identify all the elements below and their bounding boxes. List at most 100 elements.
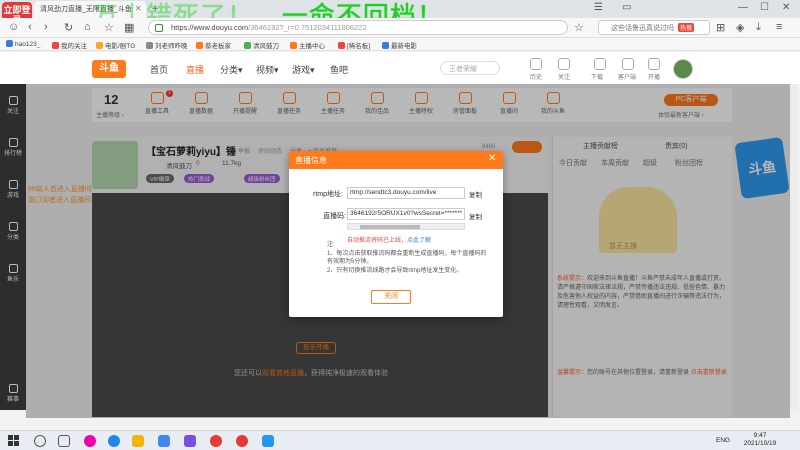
url-input[interactable]: https://www.douyu.com/3646192?_r=0.75120…: [148, 20, 568, 35]
refresh-icon[interactable]: ↻: [64, 21, 73, 34]
bookmark-icon: [290, 42, 297, 49]
close-icon[interactable]: ✕: [488, 153, 496, 164]
bookmark-star-icon[interactable]: ☆: [574, 21, 584, 34]
bookmark-item[interactable]: 最新电影: [382, 40, 417, 50]
edge-icon[interactable]: [108, 435, 120, 447]
rank-icon: [8, 138, 18, 147]
apps-icon[interactable]: ▦: [124, 21, 134, 34]
sidebar-label: 分类: [6, 235, 19, 241]
bookmark-icon: [146, 42, 153, 49]
home-icon[interactable]: ⌂: [84, 21, 91, 33]
rtmp-address-field[interactable]: rtmp://sendtc3.douyu.com/live: [347, 187, 465, 199]
bookmark-item[interactable]: 蔡老板家: [196, 40, 231, 50]
client-icon[interactable]: [622, 58, 634, 70]
clock-date: 2021/10/19: [743, 440, 777, 447]
bookmark-label: 主播中心: [299, 43, 325, 50]
music-icon[interactable]: [236, 435, 248, 447]
field-scrollbar[interactable]: [347, 223, 465, 230]
dialog-close-button[interactable]: 关闭: [371, 290, 411, 304]
close-window-icon[interactable]: ✕: [782, 2, 790, 13]
rtmp-label: rtmp地址:: [313, 191, 343, 198]
windows-start-icon[interactable]: [8, 435, 20, 447]
history-label: 历史: [530, 75, 543, 81]
netease-icon[interactable]: [210, 435, 222, 447]
bookmark-icon: [52, 42, 59, 49]
download-label: 下载: [591, 75, 604, 81]
menu-icon[interactable]: ☰: [594, 2, 603, 13]
back-icon[interactable]: ‹: [28, 21, 32, 33]
copy-code-button[interactable]: 复制: [469, 211, 482, 221]
site-search-input[interactable]: 王者荣耀: [440, 61, 500, 75]
url-host: https://www.douyu.com: [171, 23, 249, 32]
bookmark-icon: [6, 40, 13, 47]
gamepad-icon: [8, 180, 18, 189]
follow-icon[interactable]: [558, 58, 570, 70]
site-header: 斗鱼 首页 直播 分类▾ 视频▾ 游戏▾ 鱼吧 王者荣耀 历史 关注 下载 客户…: [0, 52, 800, 84]
sidebar-item-event[interactable]: 赛事: [0, 384, 26, 403]
bookmark-item[interactable]: hao123_: [6, 40, 40, 48]
sidebar-label: 鱼乐: [6, 277, 19, 283]
sidebar-item-game[interactable]: 游戏: [0, 180, 26, 199]
start-live-label: 开播: [648, 75, 661, 81]
task-view-icon[interactable]: [58, 435, 70, 447]
os-taskbar: ENG 9:47 2021/10/19: [0, 430, 800, 450]
nav-live[interactable]: 直播: [186, 63, 204, 76]
sidebar-item-rank[interactable]: 排行榜: [0, 138, 26, 157]
sidebar-item-follow[interactable]: 关注: [0, 96, 26, 115]
copy-rtmp-button[interactable]: 复制: [469, 189, 482, 199]
history-icon[interactable]: [530, 58, 542, 70]
forward-icon[interactable]: ›: [44, 21, 48, 33]
sidebar-toggle-icon[interactable]: ▭: [622, 2, 631, 13]
search-icon[interactable]: [34, 435, 46, 447]
maximize-icon[interactable]: ☐: [760, 2, 769, 13]
bookmark-item[interactable]: 清风鼓刀: [244, 40, 279, 50]
stream-code-field[interactable]: 3646192r5ORUX1v0?wsSecret=*******: [347, 208, 465, 220]
start-live-icon[interactable]: [648, 58, 660, 70]
sidebar-label: 游戏: [6, 193, 19, 199]
dialog-header: 直播信息 ✕: [289, 151, 503, 169]
folder-icon[interactable]: [132, 435, 144, 447]
nav-category[interactable]: 分类▾: [220, 63, 243, 76]
favorite-icon[interactable]: ☆: [104, 21, 114, 34]
more-icon[interactable]: ≡: [776, 21, 782, 33]
hot-search-badge[interactable]: 热搜: [678, 23, 695, 32]
shield-icon[interactable]: ◈: [736, 21, 744, 34]
bookmark-label: 清风鼓刀: [253, 43, 279, 50]
note-item: 1、每次点击获取推流码都会重新生成直播码，每个直播码的有效期为5分钟。: [327, 250, 487, 266]
extension-icon[interactable]: ⊞: [716, 21, 725, 34]
bookmark-label: hao123_: [15, 41, 41, 48]
sidebar-item-category[interactable]: 分类: [0, 222, 26, 241]
nav-yuba[interactable]: 鱼吧: [330, 63, 348, 76]
douyu-logo[interactable]: 斗鱼: [92, 60, 126, 78]
nav-home[interactable]: 首页: [150, 63, 168, 76]
scrollbar-thumb[interactable]: [360, 225, 420, 229]
bookmark-label: 蔡老板家: [205, 43, 231, 50]
nav-video[interactable]: 视频▾: [256, 63, 279, 76]
download-icon[interactable]: ⤓: [756, 21, 761, 34]
notes-title: 注:: [327, 242, 335, 248]
store-icon[interactable]: [158, 435, 170, 447]
bookmark-item[interactable]: 刘老师昨晚: [146, 40, 188, 50]
bookmark-label: 最新电影: [391, 43, 417, 50]
bookmark-item[interactable]: [稀名板]: [338, 40, 370, 50]
url-path: /3646192?_r=0.7512034111806222: [248, 23, 367, 32]
bookmark-item[interactable]: 我的关注: [52, 40, 87, 50]
input-language[interactable]: ENG: [716, 437, 730, 444]
app-icon[interactable]: [184, 435, 196, 447]
douyu-client-icon[interactable]: [262, 435, 274, 447]
sidebar-item-fun[interactable]: 鱼乐: [0, 264, 26, 283]
client-label: 客户端: [618, 75, 637, 81]
bookmark-icon: [338, 42, 345, 49]
avatar[interactable]: [673, 59, 693, 79]
download-app-icon[interactable]: [594, 58, 606, 70]
user-icon[interactable]: ☺: [8, 21, 19, 33]
clock-time: 9:47: [753, 432, 767, 439]
clock[interactable]: 9:47 2021/10/19: [738, 432, 782, 448]
sidebar-label: 排行榜: [3, 151, 22, 157]
nav-game[interactable]: 游戏▾: [292, 63, 315, 76]
bookmark-item[interactable]: 主播中心: [290, 40, 325, 50]
minimize-icon[interactable]: —: [738, 2, 748, 13]
bookmark-item[interactable]: 电影/剧TG: [96, 40, 135, 50]
browser-app-icon[interactable]: [84, 435, 96, 447]
page-scrollbar[interactable]: [790, 84, 798, 410]
